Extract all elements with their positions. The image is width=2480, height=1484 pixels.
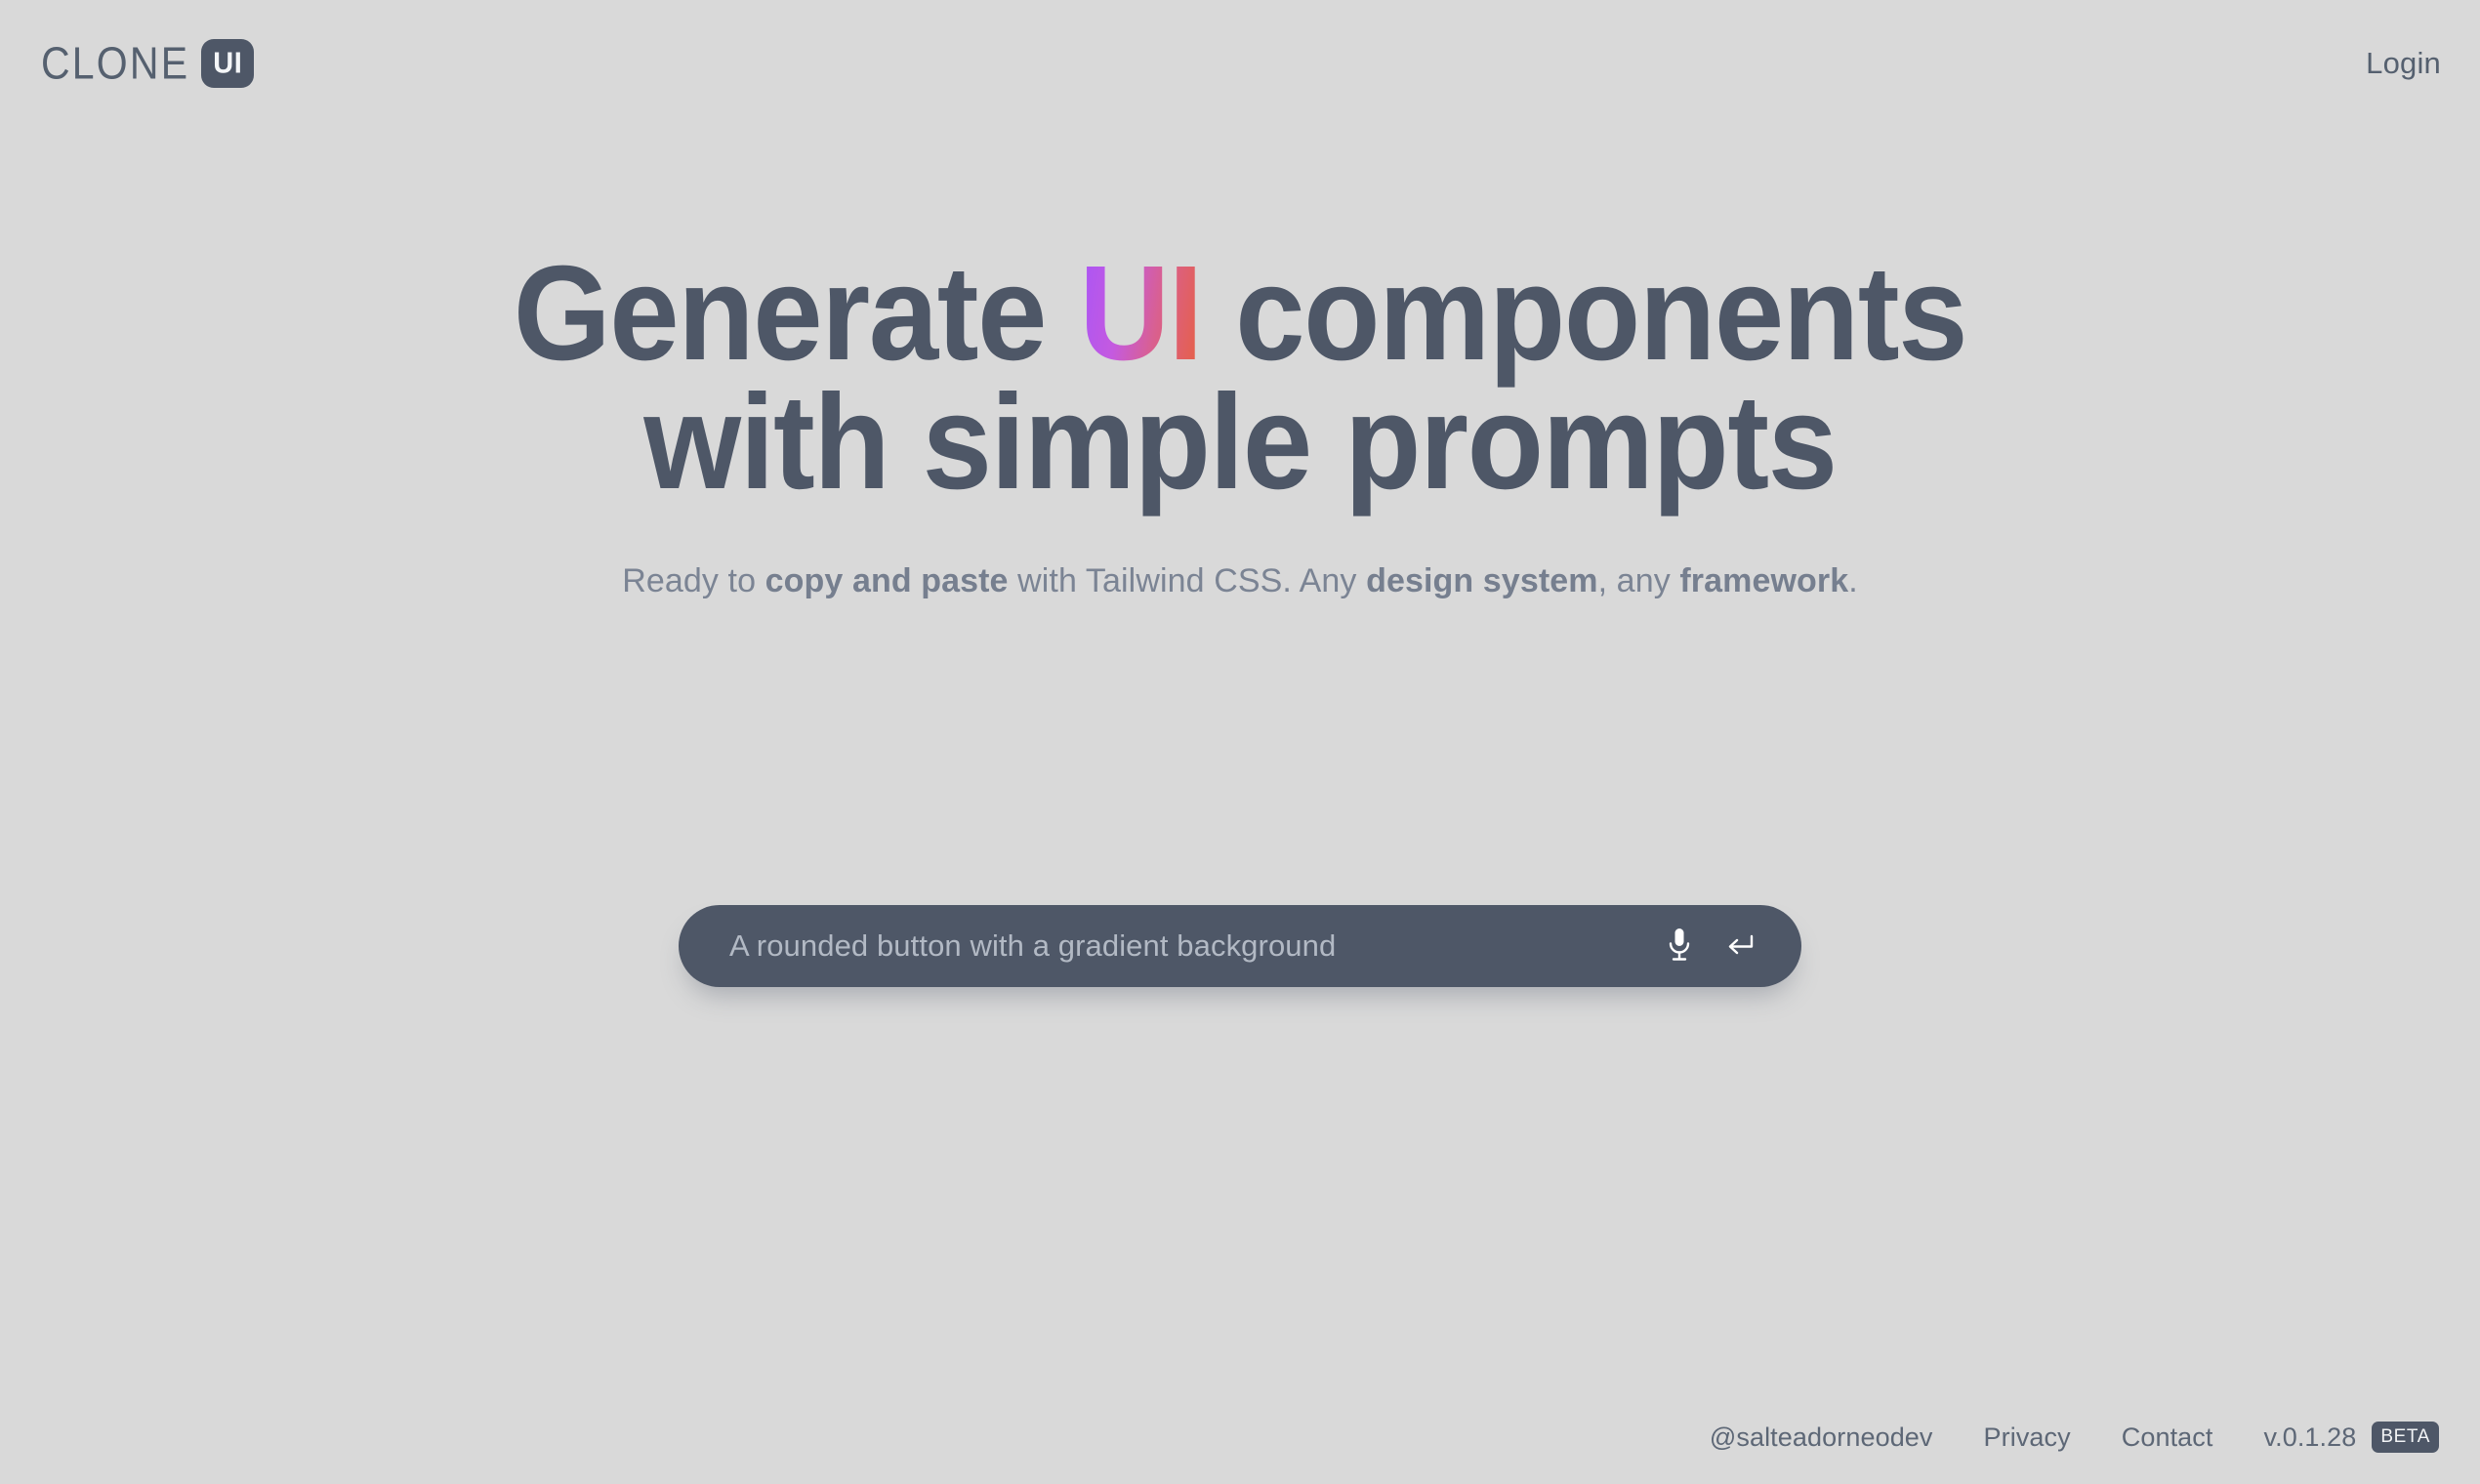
microphone-icon[interactable] <box>1657 923 1702 969</box>
prompt-section <box>0 905 2480 987</box>
footer-link-contact[interactable]: Contact <box>2122 1422 2213 1453</box>
page-footer: @salteadorneodev Privacy Contact v.0.1.2… <box>0 1390 2480 1484</box>
enter-return-icon[interactable] <box>1717 923 1762 969</box>
headline-text-before: Generate <box>513 238 1080 389</box>
footer-link-privacy[interactable]: Privacy <box>1984 1422 2071 1453</box>
headline-line-2: with simple prompts <box>643 367 1838 518</box>
subtitle-bold-3: framework <box>1679 561 1849 599</box>
prompt-actions <box>1657 923 1762 969</box>
logo-ui-badge: UI <box>201 39 255 88</box>
logo-badge-label: UI <box>213 46 243 80</box>
logo[interactable]: CLONE UI <box>41 35 255 92</box>
subtitle-bold-2: design system <box>1366 561 1598 599</box>
subtitle-part-3: , any <box>1597 561 1680 599</box>
headline-accent-ui: UI <box>1079 238 1203 389</box>
logo-wordmark: CLONE <box>41 37 190 89</box>
subtitle-bold-1: copy and paste <box>765 561 1009 599</box>
login-link[interactable]: Login <box>2366 46 2441 81</box>
headline-line-1: Generate UI components <box>87 246 2393 381</box>
subtitle-part-4: . <box>1848 561 1858 599</box>
subtitle-part-1: Ready to <box>622 561 765 599</box>
prompt-bar[interactable] <box>679 905 1801 987</box>
version-label: v.0.1.28 <box>2263 1422 2357 1452</box>
beta-badge: BETA <box>2372 1422 2439 1453</box>
page-title: Generate UI components with simple promp… <box>87 246 2393 518</box>
headline-text-after: components <box>1201 238 1967 389</box>
subtitle-part-2: with Tailwind CSS. Any <box>1008 561 1367 599</box>
hero-subtitle: Ready to copy and paste with Tailwind CS… <box>0 562 2480 600</box>
version-group: v.0.1.28 BETA <box>2263 1422 2439 1453</box>
hero-section: Generate UI components with simple promp… <box>0 246 2480 600</box>
footer-link-handle[interactable]: @salteadorneodev <box>1710 1422 1933 1453</box>
page-header: CLONE UI Login <box>0 0 2480 127</box>
prompt-input[interactable] <box>729 928 1639 964</box>
